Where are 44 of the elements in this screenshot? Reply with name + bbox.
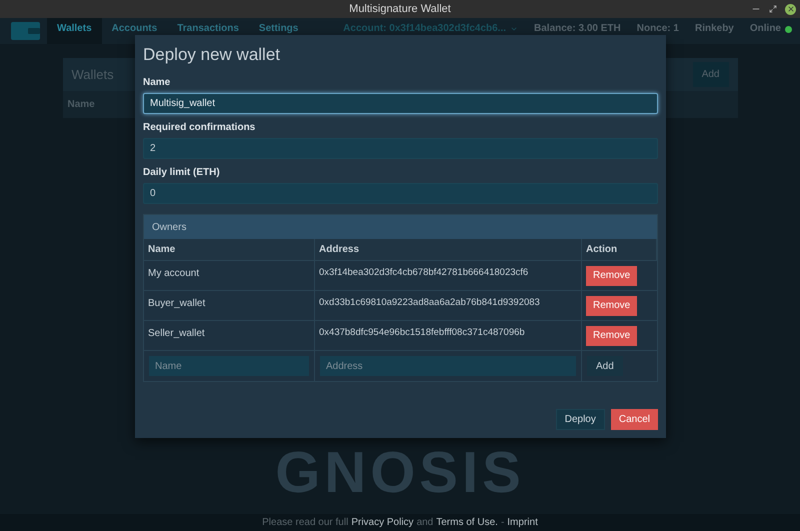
imprint-link[interactable]: Imprint (507, 515, 538, 530)
add-button[interactable]: Add (587, 356, 623, 376)
remove-button[interactable]: Remove (586, 326, 638, 346)
column-header: Address (319, 243, 360, 258)
caret-icon (510, 25, 518, 33)
add-button[interactable]: Add (692, 62, 728, 87)
dialog-title: Deploy new wallet (143, 44, 282, 66)
input-field[interactable]: 0 (143, 183, 658, 204)
terms-link[interactable]: Terms of Use. (436, 515, 498, 530)
panel-title: Owners (152, 220, 186, 235)
input-field[interactable]: Multisig_wallet (143, 93, 658, 114)
field-label: Name (143, 76, 172, 90)
wallet-icon (11, 22, 40, 40)
close-button[interactable] (785, 4, 796, 14)
field-label: Daily limit (ETH) (143, 166, 221, 180)
separator-text: - (500, 516, 504, 530)
table-cell: Seller_wallet (148, 328, 205, 340)
cancel-button[interactable]: Cancel (610, 409, 658, 430)
balance-text: Balance: 3.00 ETH (534, 24, 621, 34)
nav-tab[interactable]: Wallets (47, 18, 102, 44)
deploy-button[interactable]: Deploy (556, 409, 605, 430)
table-cell: 0xd33b1c69810a9223ad8aa6a2ab76b841d9392083 (319, 297, 540, 308)
remove-button[interactable]: Remove (586, 296, 638, 316)
field-label: Required confirmations (143, 121, 256, 136)
table-cell: My account (148, 268, 200, 280)
footer-text: Please read our full (262, 516, 348, 530)
address-input[interactable]: Address (320, 356, 576, 376)
column-header: Action (586, 243, 618, 258)
privacy-link[interactable]: Privacy Policy (351, 515, 414, 530)
remove-button[interactable]: Remove (586, 266, 638, 286)
footer-text: and (416, 516, 434, 530)
table-cell: 0x437b8dfc954e96bc1518febfff08c371c487096b (319, 327, 525, 338)
nonce-text: Nonce: 1 (636, 24, 679, 34)
close-icon (786, 5, 794, 13)
network-text: Rinkeby (694, 24, 734, 34)
name-input[interactable]: Name (149, 356, 309, 376)
input-field[interactable]: 2 (143, 138, 658, 160)
table-cell: Buyer_wallet (148, 298, 206, 310)
column-header: Name (148, 243, 176, 258)
table-cell: 0x3f14bea302d3fc4cb678bf42781b666418023cf6 (319, 267, 528, 278)
maximize-icon[interactable] (769, 5, 777, 13)
column-header: Name (68, 98, 95, 112)
status-text: Online (750, 24, 781, 34)
window-title: Multisignature Wallet (349, 2, 451, 17)
